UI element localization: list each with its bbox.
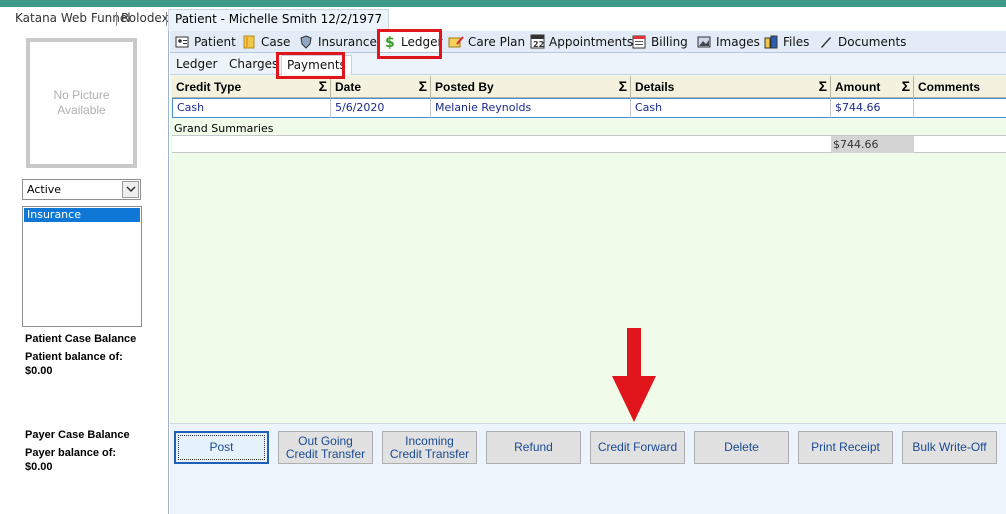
patient-photo[interactable]: No Picture Available <box>26 38 137 168</box>
pen-icon <box>818 34 834 50</box>
column-title: Amount <box>835 80 881 94</box>
patient-side-panel: No Picture Available Active Insurance Pa… <box>0 31 169 514</box>
grand-summary-amount: $744.66 <box>831 136 914 153</box>
tab-appointments-label: Appointments <box>549 34 634 49</box>
grand-summary-row: $744.66 <box>172 135 1006 153</box>
column-title: Posted By <box>435 80 494 94</box>
tab-case-label: Case <box>261 34 291 49</box>
column-title: Details <box>635 80 675 94</box>
files-icon <box>763 34 779 50</box>
button-label-line1: Out Going <box>298 433 353 448</box>
column-header-date[interactable]: Date Σ <box>331 76 431 98</box>
window-tab-patient[interactable]: Patient - Michelle Smith 12/2/1977 <box>168 9 390 31</box>
column-header-credit-type[interactable]: Credit Type Σ <box>172 76 331 98</box>
column-title: Credit Type <box>176 80 242 94</box>
subtab-ledger[interactable]: Ledger <box>176 57 217 71</box>
patient-icon <box>174 34 190 50</box>
insurance-shield-icon <box>298 34 314 50</box>
cell-posted-by[interactable]: Melanie Reynolds <box>431 98 631 118</box>
button-label-line2: Credit Transfer <box>389 446 470 461</box>
cell-amount[interactable]: $744.66 <box>831 98 914 118</box>
payer-balance-value: $0.00 <box>25 461 53 473</box>
sum-icon[interactable]: Σ <box>319 78 327 94</box>
incoming-credit-transfer-button[interactable]: Incoming Credit Transfer <box>382 431 477 464</box>
case-list-item-insurance[interactable]: Insurance <box>24 208 140 222</box>
refund-button[interactable]: Refund <box>486 431 581 464</box>
patient-case-balance-title: Patient Case Balance <box>25 333 137 345</box>
patient-balance-label: Patient balance of: <box>25 351 123 363</box>
red-arrow-down-icon <box>612 328 656 422</box>
tab-insurance[interactable]: Insurance <box>298 31 377 52</box>
tab-billing[interactable]: Billing <box>631 31 688 52</box>
payer-balance-label: Payer balance of: <box>25 447 117 459</box>
tab-documents-label: Documents <box>838 34 907 49</box>
window-tab-katana-web-funnel[interactable]: Katana Web Funnel <box>15 11 131 25</box>
tab-care-plan[interactable]: Care Plan <box>448 31 525 52</box>
tab-images-label: Images <box>716 34 760 49</box>
column-header-details[interactable]: Details Σ <box>631 76 831 98</box>
delete-button[interactable]: Delete <box>694 431 789 464</box>
photo-placeholder-line1: No Picture <box>53 88 110 102</box>
out-going-credit-transfer-button[interactable]: Out Going Credit Transfer <box>278 431 373 464</box>
tab-insurance-label: Insurance <box>318 34 377 49</box>
photo-placeholder-line2: Available <box>57 103 106 117</box>
case-status-value: Active <box>27 183 62 196</box>
svg-text:22: 22 <box>533 40 544 49</box>
patient-nav-tabs: Patient Case Insurance $ Ledger Care Pla… <box>170 31 1006 53</box>
tab-patient-label: Patient <box>194 34 236 49</box>
main-content: Patient Case Insurance $ Ledger Care Pla… <box>170 31 1006 514</box>
tab-files[interactable]: Files <box>763 31 809 52</box>
column-header-comments[interactable]: Comments <box>914 76 1006 98</box>
subtab-charges[interactable]: Charges <box>229 57 278 71</box>
patient-balance-value: $0.00 <box>25 365 53 377</box>
ledger-tab-highlight <box>377 29 442 59</box>
care-plan-icon <box>448 34 464 50</box>
grand-summaries-label: Grand Summaries <box>174 122 274 135</box>
payments-tab-highlight <box>276 52 345 79</box>
window-tab-strip: Katana Web Funnel Rolodex Patient - Mich… <box>0 7 1006 31</box>
case-list[interactable]: Insurance <box>22 206 142 327</box>
bulk-write-off-button[interactable]: Bulk Write-Off <box>902 431 997 464</box>
cell-credit-type[interactable]: Cash <box>172 98 331 118</box>
cell-date[interactable]: 5/6/2020 <box>331 98 431 118</box>
print-receipt-button[interactable]: Print Receipt <box>798 431 893 464</box>
case-status-select[interactable]: Active <box>22 179 141 200</box>
button-label-line1: Incoming <box>405 433 454 448</box>
payments-grid-header: Credit Type Σ Date Σ Posted By Σ Details Σ A… <box>172 76 1006 98</box>
column-title: Date <box>335 80 362 94</box>
payment-actions-bar: Post Out Going Credit Transfer Incoming Cr… <box>170 423 1006 514</box>
tab-documents[interactable]: Documents <box>818 31 906 52</box>
app-top-bar <box>0 0 1006 7</box>
chevron-down-icon[interactable] <box>122 181 139 198</box>
post-button[interactable]: Post <box>174 431 269 464</box>
tab-appointments[interactable]: 22 Appointments <box>529 31 633 52</box>
case-folder-icon <box>241 34 257 50</box>
images-icon <box>696 34 712 50</box>
calendar-icon: 22 <box>529 34 545 50</box>
sum-icon[interactable]: Σ <box>819 78 827 94</box>
credit-forward-button[interactable]: Credit Forward <box>590 431 685 464</box>
tab-images[interactable]: Images <box>696 31 760 52</box>
table-row[interactable]: Cash 5/6/2020 Melanie Reynolds Cash $744… <box>172 98 1006 118</box>
tab-patient[interactable]: Patient <box>174 31 236 52</box>
cell-comments[interactable] <box>914 98 1006 118</box>
tab-files-label: Files <box>783 34 810 49</box>
tab-case[interactable]: Case <box>241 31 290 52</box>
cell-details[interactable]: Cash <box>631 98 831 118</box>
sum-icon[interactable]: Σ <box>619 78 627 94</box>
column-header-posted-by[interactable]: Posted By Σ <box>431 76 631 98</box>
billing-icon <box>631 34 647 50</box>
tab-billing-label: Billing <box>651 34 688 49</box>
column-header-amount[interactable]: Amount Σ <box>831 76 914 98</box>
tab-care-plan-label: Care Plan <box>468 34 526 49</box>
sum-icon[interactable]: Σ <box>419 78 427 94</box>
tab-separator <box>116 12 117 26</box>
payer-case-balance-title: Payer Case Balance <box>25 429 130 441</box>
button-label-line2: Credit Transfer <box>285 446 366 461</box>
window-tab-rolodex[interactable]: Rolodex <box>121 11 169 25</box>
sum-icon[interactable]: Σ <box>902 78 910 94</box>
column-title: Comments <box>918 80 981 94</box>
tab-separator <box>166 12 167 26</box>
